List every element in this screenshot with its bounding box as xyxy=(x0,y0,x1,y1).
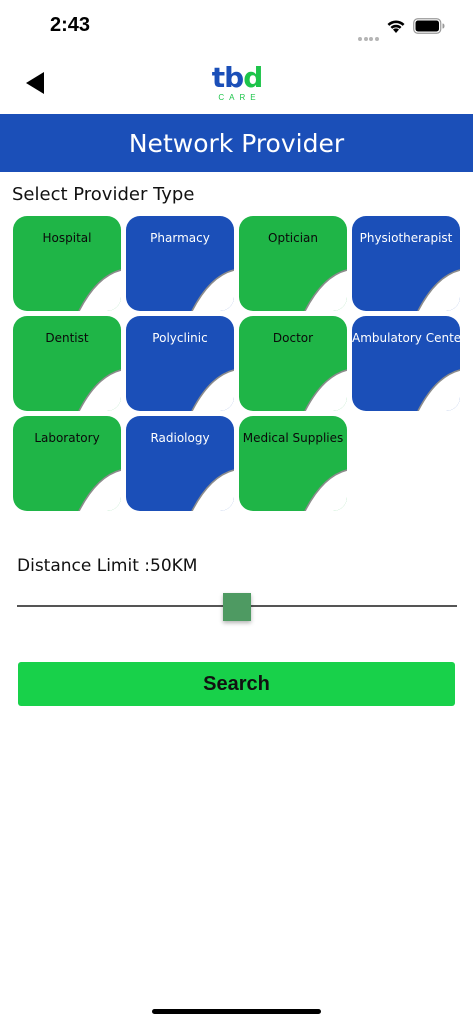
provider-tile-label: Hospital xyxy=(42,231,92,245)
provider-tile-physiotherapist[interactable]: Physiotherapist xyxy=(352,216,460,311)
status-bar: 2:43 xyxy=(0,0,473,54)
provider-tile-doctor[interactable]: Doctor xyxy=(239,316,347,411)
provider-tile-hospital[interactable]: Hospital xyxy=(13,216,121,311)
provider-tile-label: Polyclinic xyxy=(152,331,208,345)
provider-tile-pharmacy[interactable]: Pharmacy xyxy=(126,216,234,311)
provider-tile-label: Doctor xyxy=(272,331,314,345)
distance-limit-label: Distance Limit :50KM xyxy=(17,556,198,576)
header-band: Network Provider xyxy=(0,114,473,172)
provider-tile-label: Radiology xyxy=(150,431,210,445)
logo-wordmark-accent: d xyxy=(243,61,263,94)
provider-tile-label: Pharmacy xyxy=(150,231,210,245)
provider-tile-medical-supplies[interactable]: Medical Supplies xyxy=(239,416,347,511)
distance-slider[interactable] xyxy=(17,590,457,624)
logo-tagline: CARE xyxy=(218,93,261,102)
page-title: Network Provider xyxy=(128,128,345,158)
provider-type-grid: Hospital Pharmacy Optician Physiotherapist D… xyxy=(13,216,461,512)
provider-tile-label: Optician xyxy=(268,231,318,245)
provider-tile-laboratory[interactable]: Laboratory xyxy=(13,416,121,511)
home-indicator xyxy=(152,1009,321,1014)
wifi-icon xyxy=(387,20,405,33)
provider-tile-label: Ambulatory Center xyxy=(352,331,460,345)
logo-wordmark-part: tb xyxy=(211,61,244,94)
status-time: 2:43 xyxy=(50,14,91,36)
provider-tile-polyclinic[interactable]: Polyclinic xyxy=(126,316,234,411)
search-button[interactable]: Search xyxy=(18,662,455,706)
provider-tile-dentist[interactable]: Dentist xyxy=(13,316,121,411)
logo-wordmark: tbd xyxy=(206,64,268,92)
provider-tile-radiology[interactable]: Radiology xyxy=(126,416,234,511)
tbd-care-logo: tbd CARE xyxy=(206,64,268,104)
signal-dots-icon xyxy=(358,28,380,41)
provider-tile-label: Dentist xyxy=(45,331,89,345)
provider-tile-label: Medical Supplies xyxy=(242,431,344,445)
provider-type-label: Select Provider Type xyxy=(12,184,195,205)
slider-thumb[interactable] xyxy=(223,593,251,621)
provider-tile-ambulatory-center[interactable]: Ambulatory Center xyxy=(352,316,460,411)
network-provider-screen: 2:43 tbd CARE Network Provider Select Pr… xyxy=(0,0,473,1024)
provider-tile-label: Laboratory xyxy=(34,431,100,445)
provider-tile-label: Physiotherapist xyxy=(359,231,453,245)
provider-tile-optician[interactable]: Optician xyxy=(239,216,347,311)
back-arrow-icon[interactable] xyxy=(24,70,46,96)
battery-icon xyxy=(413,18,445,34)
